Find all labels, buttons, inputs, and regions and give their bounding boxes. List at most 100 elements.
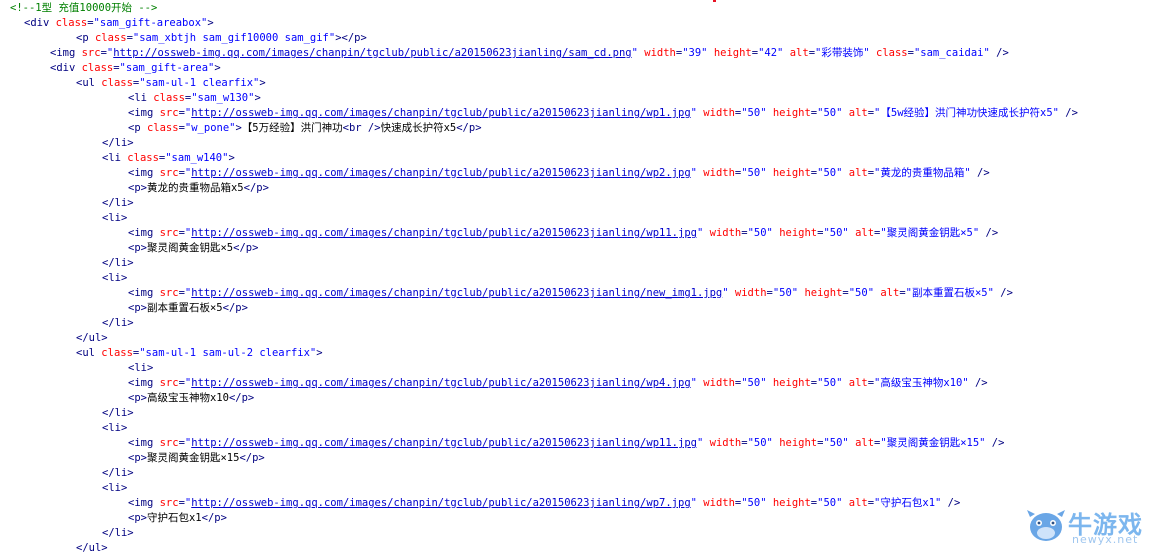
value-token: "聚灵阁黄金钥匙×5" (880, 227, 980, 239)
url-link[interactable]: http://ossweb-img.qq.com/images/chanpin/… (191, 227, 697, 239)
value-token: "sam_caidai" (913, 47, 990, 59)
url-link[interactable]: http://ossweb-img.qq.com/images/chanpin/… (191, 497, 690, 509)
value-token: "sam_xbtjh sam_gif10000 sam_gif" (132, 32, 336, 44)
tag-token: /> (985, 437, 1005, 449)
tag-token: > (214, 62, 221, 74)
tag-token: > (316, 347, 323, 359)
source-line: <img src="http://ossweb-img.qq.com/image… (128, 376, 988, 391)
source-line: <img src="http://ossweb-img.qq.com/image… (128, 226, 998, 241)
attribute-token: alt (855, 227, 875, 239)
tag-token: /> (993, 287, 1013, 299)
tag-token: > (254, 92, 261, 104)
value-token: "sam-ul-1 clearfix" (139, 77, 260, 89)
value-token: "50" (817, 167, 843, 179)
tag-token: <br /> (342, 122, 381, 134)
source-line: <p>聚灵阁黄金钥匙×15</p> (128, 451, 265, 466)
value-token: "50" (741, 107, 767, 119)
source-line: <p class="sam_xbtjh sam_gif10000 sam_gif… (76, 31, 367, 46)
tag-token: <ul (76, 347, 102, 359)
tag-token: <li (128, 92, 154, 104)
red-caret-mark (713, 0, 716, 2)
tag-token: </p> (233, 242, 259, 254)
tag-token: <li> (128, 362, 154, 374)
text-token: 副本重置石板×5 (146, 302, 223, 314)
attribute-token: class (146, 122, 179, 134)
source-line: <img src="http://ossweb-img.qq.com/image… (128, 286, 1013, 301)
value-token: "sam_w140" (165, 152, 229, 164)
url-link[interactable]: http://ossweb-img.qq.com/images/chanpin/… (191, 167, 690, 179)
text-token: 聚灵阁黄金钥匙×5 (146, 242, 234, 254)
value-token: "副本重置石板×5" (905, 287, 994, 299)
tag-token: ></p> (335, 32, 367, 44)
url-link[interactable]: http://ossweb-img.qq.com/images/chanpin/… (113, 47, 631, 59)
value-token: "sam-ul-1 sam-ul-2 clearfix" (139, 347, 317, 359)
tag-token: <p> (128, 302, 147, 314)
tag-token: </li> (102, 137, 134, 149)
attribute-token: alt (848, 377, 868, 389)
attribute-token: src (159, 437, 179, 449)
attribute-token: src (159, 167, 179, 179)
tag-token: <p> (128, 512, 147, 524)
source-line: </li> (102, 406, 134, 421)
tag-token: <p (128, 122, 147, 134)
tag-token: > (228, 152, 235, 164)
url-link[interactable]: http://ossweb-img.qq.com/images/chanpin/… (191, 287, 722, 299)
source-line: <li> (102, 421, 127, 436)
text-token: 黄龙的贵重物品箱x5 (146, 182, 244, 194)
source-line: <li class="sam_w130"> (128, 91, 261, 106)
tag-token: <li (102, 152, 128, 164)
watermark-brand-en: newyx.net (1072, 533, 1139, 546)
value-token: "50" (747, 227, 773, 239)
source-line: <p class="w_pone">【5万经验】洪门神功<br />快速成长护符… (128, 121, 482, 136)
attribute-token: width (703, 167, 735, 179)
attribute-token: alt (848, 497, 868, 509)
tag-token: <img (50, 47, 82, 59)
tag-token: /> (1058, 107, 1078, 119)
attribute-token: alt (789, 47, 809, 59)
value-token: "【5w经验】洪门神功快速成长护符x5" (874, 107, 1059, 119)
tag-token: <li> (102, 482, 128, 494)
attribute-token: height (772, 497, 811, 509)
source-line: <!--1型 充值10000开始 --> (10, 1, 157, 16)
tag-token: </p> (222, 302, 248, 314)
attribute-token: height (779, 227, 818, 239)
source-line: </ul> (76, 331, 108, 346)
source-line: <ul class="sam-ul-1 clearfix"> (76, 76, 266, 91)
attribute-token: src (81, 47, 101, 59)
attribute-token: src (159, 377, 179, 389)
text-token: 高级宝玉神物x10 (146, 392, 229, 404)
source-line: <li> (102, 481, 127, 496)
attribute-token: class (81, 62, 114, 74)
cow-mascot-icon (1027, 510, 1065, 541)
value-token: "50" (817, 377, 843, 389)
value-token: "50" (741, 167, 767, 179)
value-token: "高级宝玉神物x10" (874, 377, 969, 389)
attribute-token: src (159, 497, 179, 509)
url-link[interactable]: http://ossweb-img.qq.com/images/chanpin/… (191, 377, 690, 389)
url-link[interactable]: http://ossweb-img.qq.com/images/chanpin/… (191, 107, 690, 119)
tag-token: /> (979, 227, 999, 239)
source-line: <img src="http://ossweb-img.qq.com/image… (128, 436, 1004, 451)
attribute-token: class (101, 77, 133, 89)
url-link[interactable]: http://ossweb-img.qq.com/images/chanpin/… (191, 437, 697, 449)
source-line: <li> (102, 211, 127, 226)
source-line: <div class="sam_gift-area"> (50, 61, 221, 76)
tag-token: /> (970, 167, 990, 179)
source-line: <img src="http://ossweb-img.qq.com/image… (128, 496, 960, 511)
attribute-token: class (55, 17, 88, 29)
value-token: "50" (741, 377, 767, 389)
tag-token: </li> (102, 197, 134, 209)
attribute-token: height (779, 437, 818, 449)
value-token: "50" (823, 227, 849, 239)
tag-token: </li> (102, 317, 134, 329)
tag-token: <li> (102, 212, 128, 224)
value-token: "39" (682, 47, 708, 59)
source-line: </li> (102, 196, 134, 211)
attribute-token: height (772, 167, 811, 179)
source-line: <ul class="sam-ul-1 sam-ul-2 clearfix"> (76, 346, 323, 361)
value-token: "w_pone" (184, 122, 236, 134)
value-token: "黄龙的贵重物品箱" (874, 167, 971, 179)
value-token: "聚灵阁黄金钥匙×15" (880, 437, 986, 449)
tag-token: <img (128, 227, 160, 239)
value-token: "42" (758, 47, 784, 59)
